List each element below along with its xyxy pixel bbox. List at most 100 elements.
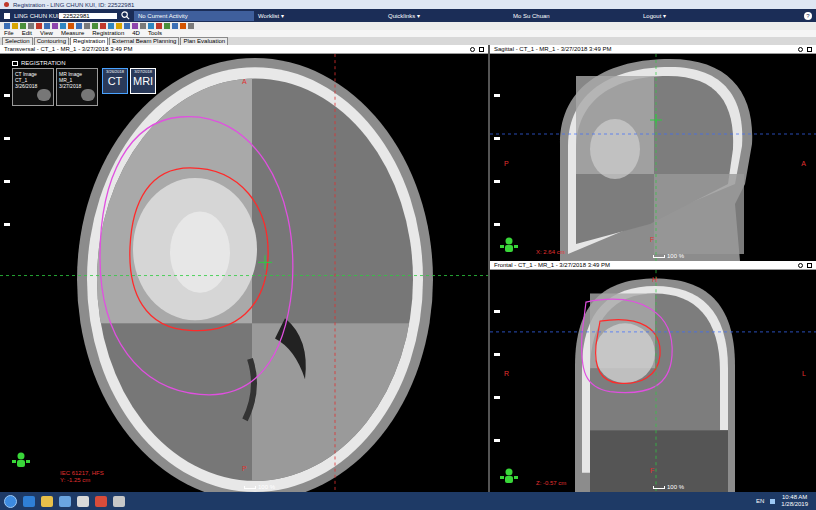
frontal-image	[490, 270, 816, 492]
menu-item[interactable]: Edit	[22, 30, 32, 37]
menu-item[interactable]: Measure	[61, 30, 84, 37]
maximize-icon[interactable]	[807, 263, 812, 268]
image-thumbnail[interactable]: MR ImageMR_13/27/2018	[56, 68, 98, 106]
tab[interactable]: Plan Evaluation	[180, 37, 228, 45]
view-markers	[4, 94, 10, 226]
tool-icon[interactable]	[76, 23, 82, 29]
marker-icon[interactable]	[494, 353, 500, 356]
patient-orientation-icon	[498, 468, 520, 486]
orientation-label: F	[650, 236, 654, 243]
marker-icon[interactable]	[4, 94, 10, 97]
tool-icon[interactable]	[36, 23, 42, 29]
tab[interactable]: Registration	[70, 37, 108, 45]
help-button[interactable]: ?	[804, 12, 812, 20]
taskbar-app-icon[interactable]	[59, 496, 71, 507]
search-icon[interactable]	[121, 11, 130, 20]
tool-icon[interactable]	[60, 23, 66, 29]
taskbar-app-icon[interactable]	[95, 496, 107, 507]
registration-icon[interactable]	[12, 61, 18, 66]
taskbar: EN10:48 AM1/28/2019	[0, 492, 816, 510]
tool-icon[interactable]	[140, 23, 146, 29]
marker-icon[interactable]	[494, 223, 500, 226]
frontal-view[interactable]: HRLFZ: -0.57 cm100 %	[490, 270, 816, 492]
scale-bar-icon	[244, 486, 256, 489]
tab[interactable]: External Beam Planning	[109, 37, 179, 45]
quicklinks-menu[interactable]: Quicklinks ▾	[388, 13, 513, 19]
tool-icon[interactable]	[92, 23, 98, 29]
patient-name[interactable]: LING CHUN KUI,	[14, 13, 59, 19]
zoom-label[interactable]: 100 %	[653, 484, 684, 490]
orientation-figure	[10, 452, 32, 470]
tool-icon[interactable]	[28, 23, 34, 29]
menu-item[interactable]: File	[4, 30, 14, 37]
marker-icon[interactable]	[494, 137, 500, 140]
maximize-icon[interactable]	[807, 47, 812, 52]
taskbar-app-icon[interactable]	[23, 496, 35, 507]
tool-icon[interactable]	[12, 23, 18, 29]
worklist-menu[interactable]: Worklist ▾	[258, 13, 388, 19]
orientation-label: P	[504, 160, 509, 167]
modality-button[interactable]: 3/26/2018CT	[102, 68, 128, 94]
orientation-label: F	[650, 467, 654, 474]
menu-item[interactable]: Tools	[148, 30, 162, 37]
tool-icon[interactable]	[84, 23, 90, 29]
tool-icon[interactable]	[164, 23, 170, 29]
marker-icon[interactable]	[494, 439, 500, 442]
marker-icon[interactable]	[494, 396, 500, 399]
coordinate-readout: IEC 61217, HFSY: -1.25 cm	[60, 470, 104, 484]
clock[interactable]: 10:48 AM1/28/2019	[781, 494, 808, 508]
view-header: Sagittal - CT_1 - MR_1 - 3/27/2018 3:49 …	[490, 45, 816, 54]
activity-field[interactable]: No Current Activity	[134, 11, 254, 21]
rotate-icon[interactable]	[470, 47, 475, 52]
logout-menu[interactable]: Logout ▾	[643, 13, 733, 19]
tool-icon[interactable]	[156, 23, 162, 29]
zoom-label[interactable]: 100 %	[244, 484, 275, 490]
user-menu[interactable]: Mo Su Chuan	[513, 13, 643, 19]
patient-id[interactable]: 22522981	[59, 13, 117, 19]
tool-icon[interactable]	[52, 23, 58, 29]
tool-icon[interactable]	[148, 23, 154, 29]
tool-icon[interactable]	[108, 23, 114, 29]
rotate-icon[interactable]	[798, 263, 803, 268]
app-icon	[4, 2, 9, 7]
orientation-label: P	[242, 465, 247, 472]
rotate-icon[interactable]	[798, 47, 803, 52]
tab[interactable]: Selection	[2, 37, 33, 45]
tool-icon[interactable]	[100, 23, 106, 29]
marker-icon[interactable]	[4, 137, 10, 140]
image-thumbnail[interactable]: CT ImageCT_13/26/2018	[12, 68, 54, 106]
taskbar-app-icon[interactable]	[77, 496, 89, 507]
view-header: Frontal - CT_1 - MR_1 - 3/27/2018 3:49 P…	[490, 261, 816, 270]
marker-icon[interactable]	[4, 223, 10, 226]
transversal-view[interactable]: REGISTRATIONCT ImageCT_13/26/2018MR Imag…	[0, 54, 488, 492]
tab[interactable]: Contouring	[34, 37, 69, 45]
marker-icon[interactable]	[4, 180, 10, 183]
zoom-label[interactable]: 100 %	[653, 253, 684, 259]
tool-icon[interactable]	[188, 23, 194, 29]
tool-icon[interactable]	[124, 23, 130, 29]
maximize-icon[interactable]	[479, 47, 484, 52]
tray-icon[interactable]	[770, 499, 775, 504]
marker-icon[interactable]	[494, 310, 500, 313]
menu-item[interactable]: View	[40, 30, 53, 37]
tool-icon[interactable]	[44, 23, 50, 29]
menu-item[interactable]: 4D	[132, 30, 140, 37]
sagittal-view[interactable]: PAFX: 2.64 cm100 %	[490, 54, 816, 261]
marker-icon[interactable]	[494, 94, 500, 97]
tool-icon[interactable]	[172, 23, 178, 29]
taskbar-app-icon[interactable]	[113, 496, 125, 507]
start-icon[interactable]	[4, 495, 17, 508]
marker-icon[interactable]	[494, 180, 500, 183]
tool-icon[interactable]	[68, 23, 74, 29]
right-panels: Sagittal - CT_1 - MR_1 - 3/27/2018 3:49 …	[490, 45, 816, 492]
taskbar-app-icon[interactable]	[41, 496, 53, 507]
tool-icon[interactable]	[180, 23, 186, 29]
tool-icon[interactable]	[116, 23, 122, 29]
home-icon[interactable]	[4, 13, 10, 19]
tool-icon[interactable]	[4, 23, 10, 29]
orientation-label: A	[242, 78, 247, 85]
tool-icon[interactable]	[20, 23, 26, 29]
modality-button[interactable]: 3/27/2018MRI	[130, 68, 156, 94]
tool-icon[interactable]	[132, 23, 138, 29]
menu-item[interactable]: Registration	[92, 30, 124, 37]
